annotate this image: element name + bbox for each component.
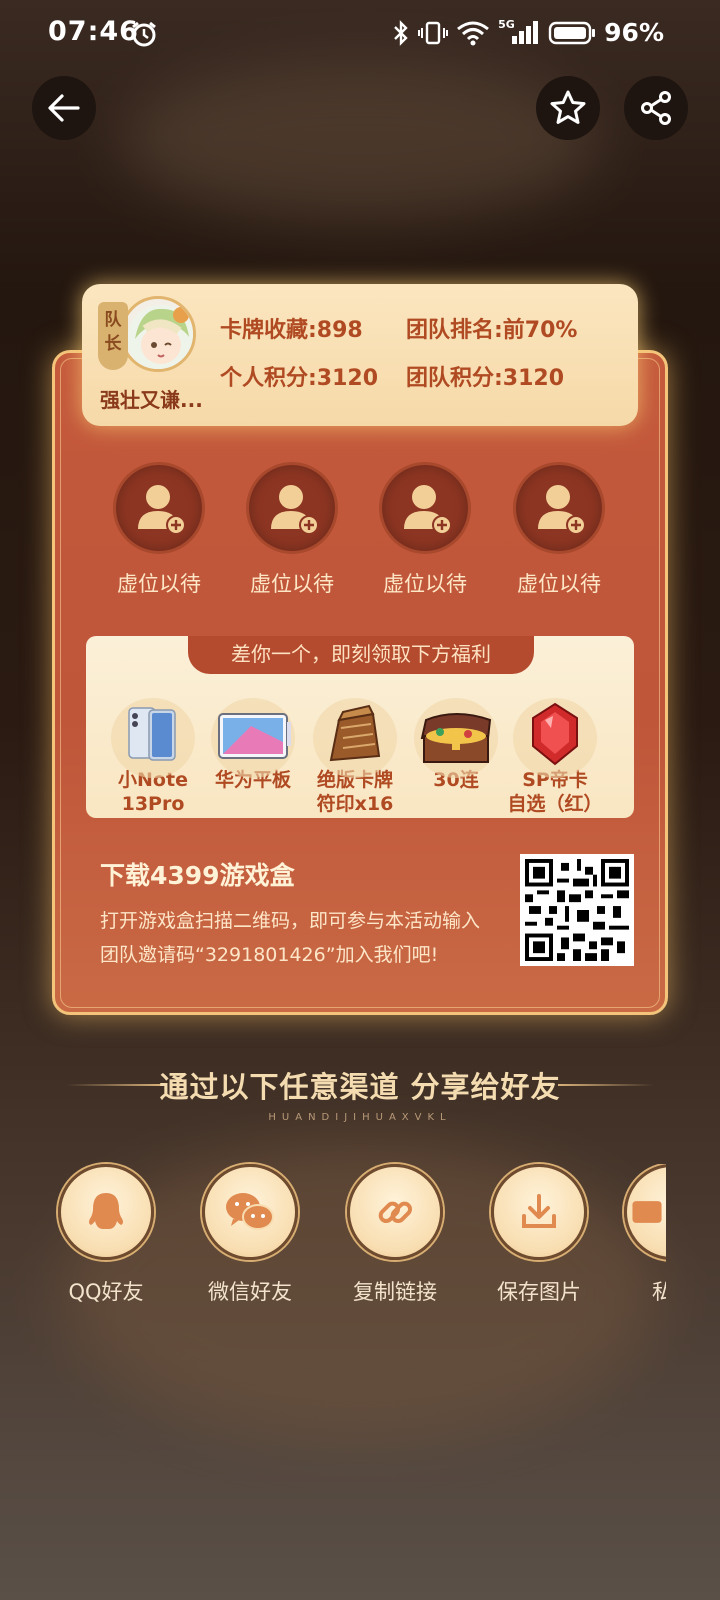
share-button[interactable] bbox=[624, 76, 688, 140]
treasure-chest-icon bbox=[420, 713, 492, 763]
tablet-icon bbox=[218, 713, 291, 759]
share-option-label: 保存图片 bbox=[497, 1280, 581, 1304]
reward-item: 绝版卡牌 符印x16 bbox=[305, 698, 405, 816]
member-slot[interactable]: 虚位以待 bbox=[237, 462, 347, 598]
qq-icon bbox=[89, 1193, 123, 1229]
share-icon bbox=[641, 91, 671, 125]
status-bar: 07:46 5G 96% bbox=[0, 0, 720, 68]
reward-item: 30连 bbox=[406, 698, 506, 792]
avatar[interactable] bbox=[120, 296, 196, 372]
back-button[interactable] bbox=[32, 76, 96, 140]
star-icon bbox=[550, 90, 586, 124]
share-option-label: 私 bbox=[652, 1280, 666, 1304]
vibrate-icon bbox=[418, 21, 449, 44]
phone-icon bbox=[128, 707, 176, 761]
share-option-label: 微信好友 bbox=[208, 1280, 292, 1304]
reward-item: 小Note 13Pro bbox=[103, 698, 203, 816]
stat-team-rank: 团队排名:前70% bbox=[406, 318, 578, 343]
slot-label: 虚位以待 bbox=[383, 572, 467, 596]
status-time: 07:46 bbox=[48, 16, 139, 47]
message-icon bbox=[632, 1201, 662, 1223]
slot-label: 虚位以待 bbox=[517, 572, 601, 596]
arrow-left-icon bbox=[48, 94, 80, 122]
qr-code-icon bbox=[525, 859, 629, 961]
member-slot[interactable]: 虚位以待 bbox=[504, 462, 614, 598]
member-slot[interactable]: 虚位以待 bbox=[370, 462, 480, 598]
battery-percent: 96% bbox=[604, 18, 664, 47]
member-slot[interactable]: 虚位以待 bbox=[104, 462, 214, 598]
rewards-banner: 差你一个，即刻领取下方福利 bbox=[188, 636, 534, 674]
bluetooth-icon bbox=[394, 19, 408, 46]
red-gem-icon bbox=[532, 702, 578, 766]
stat-personal-points: 个人积分:3120 bbox=[220, 366, 379, 391]
add-member-icon bbox=[138, 485, 186, 535]
wifi-icon bbox=[457, 21, 490, 45]
reward-item: 华为平板 bbox=[203, 698, 303, 792]
reward-item: SP帝卡 自选（红） bbox=[505, 698, 605, 816]
captain-tag-text: 队长 bbox=[104, 310, 122, 354]
captain-tag: 队长 bbox=[98, 302, 128, 370]
stat-team-points: 团队积分:3120 bbox=[406, 366, 565, 391]
share-subtitle: HUANDIJIHUAXVKL bbox=[268, 1112, 452, 1123]
wechat-icon bbox=[226, 1193, 274, 1230]
share-option-qq[interactable]: QQ好友 bbox=[51, 1164, 161, 1306]
slot-label: 虚位以待 bbox=[117, 572, 201, 596]
captain-name: 强壮又谦... bbox=[100, 388, 203, 412]
slot-label: 虚位以待 bbox=[250, 572, 334, 596]
share-option-label: QQ好友 bbox=[68, 1280, 144, 1304]
add-member-icon bbox=[538, 485, 586, 535]
add-member-icon bbox=[271, 485, 319, 535]
download-title: 下载4399游戏盒 bbox=[100, 861, 295, 890]
alarm-icon bbox=[132, 21, 156, 47]
download-icon bbox=[522, 1194, 556, 1228]
qr-code[interactable] bbox=[520, 854, 634, 966]
share-option-label: 复制链接 bbox=[353, 1280, 437, 1304]
signal-icon: 5G bbox=[498, 18, 540, 46]
share-option-save-image[interactable]: 保存图片 bbox=[484, 1164, 594, 1306]
download-description: 打开游戏盒扫描二维码，即可参与本活动输入团队邀请码“3291801426”加入我… bbox=[100, 910, 481, 966]
battery-icon bbox=[548, 21, 596, 44]
share-option-wechat[interactable]: 微信好友 bbox=[195, 1164, 305, 1306]
favorite-button[interactable] bbox=[536, 76, 600, 140]
share-option-more[interactable]: 私 bbox=[620, 1164, 666, 1306]
stat-cards: 卡牌收藏:898 bbox=[220, 318, 363, 343]
link-icon bbox=[378, 1201, 413, 1224]
card-pack-icon bbox=[329, 704, 381, 762]
share-option-copy-link[interactable]: 复制链接 bbox=[340, 1164, 450, 1306]
share-title: 通过以下任意渠道 分享给好友 bbox=[159, 1070, 561, 1104]
add-member-icon bbox=[404, 485, 452, 535]
background-blur bbox=[120, 60, 600, 220]
